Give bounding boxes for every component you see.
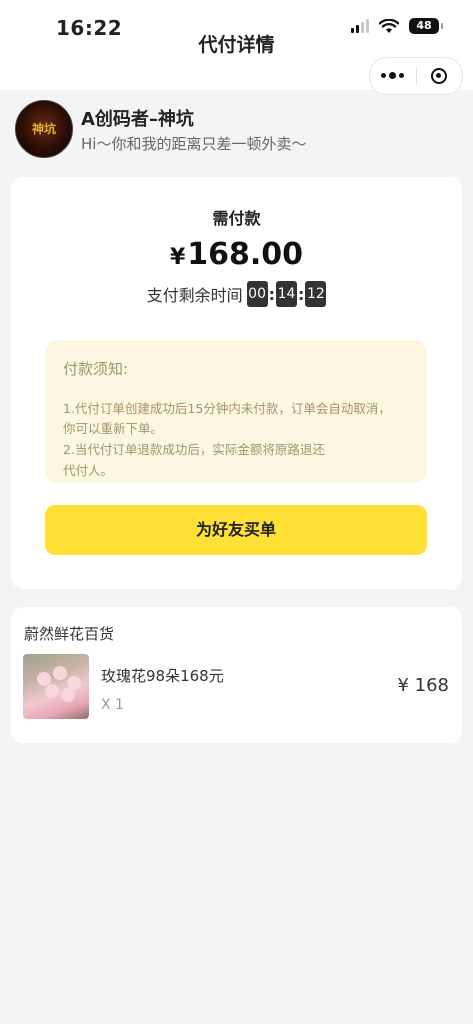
countdown-seconds: 12	[305, 281, 327, 307]
notice-line: 2.当代付订单退款成功后，实际金额将原路退还	[63, 442, 325, 457]
profile-slogan: Hi～你和我的距离只差一顿外卖～	[81, 134, 307, 153]
product-quantity: X 1	[101, 697, 124, 713]
currency-symbol: ¥	[169, 245, 186, 270]
order-card: 蔚然鲜花百货 玫瑰花98朵168元 X 1 ¥ 168	[11, 607, 462, 743]
notice-line: 你可以重新下单。	[63, 421, 164, 436]
page-title: 代付详情	[198, 34, 275, 56]
close-button[interactable]	[417, 58, 463, 94]
countdown: 支付剩余时间 00 : 14 : 12	[11, 281, 462, 307]
profile-header: 神坑 A创码者–神坑 Hi～你和我的距离只差一顿外卖～	[15, 100, 306, 158]
more-dots-icon	[381, 72, 405, 79]
product-name[interactable]: 玫瑰花98朵168元	[101, 665, 224, 686]
countdown-hours: 00	[246, 281, 268, 307]
payment-card: 需付款 ¥168.00 支付剩余时间 00 : 14 : 12 付款须知: 1.…	[11, 177, 462, 589]
profile-name: A创码者–神坑	[81, 108, 194, 130]
avatar[interactable]: 神坑	[15, 100, 73, 158]
need-payment-label: 需付款	[212, 209, 261, 228]
payment-amount: ¥168.00	[11, 237, 462, 272]
pay-for-friend-button[interactable]: 为好友买单	[45, 505, 427, 555]
payment-notice: 付款须知: 1.代付订单创建成功后15分钟内未付款，订单会自动取消， 你可以重新…	[45, 340, 427, 483]
shop-name[interactable]: 蔚然鲜花百货	[24, 623, 114, 644]
avatar-logo: 神坑	[31, 121, 56, 136]
more-button[interactable]	[370, 58, 416, 94]
mini-program-capsule	[369, 57, 463, 95]
countdown-colon: :	[268, 284, 275, 304]
notice-line: 代付人。	[63, 463, 114, 478]
close-target-icon	[431, 68, 448, 84]
countdown-colon: :	[298, 284, 305, 304]
amount-value: 168.00	[187, 237, 304, 272]
top-bar: 16:22 48 代付详情	[0, 0, 473, 95]
profile-text: A创码者–神坑 Hi～你和我的距离只差一顿外卖～	[81, 105, 306, 154]
notice-line: 1.代付订单创建成功后15分钟内未付款，订单会自动取消，	[63, 401, 391, 416]
product-price: ¥ 168	[397, 675, 449, 696]
countdown-minutes: 14	[276, 281, 297, 307]
avatar-text: 神坑	[31, 121, 56, 136]
notice-title: 付款须知:	[63, 360, 129, 378]
countdown-label: 支付剩余时间	[146, 286, 243, 305]
product-image[interactable]	[23, 654, 89, 719]
